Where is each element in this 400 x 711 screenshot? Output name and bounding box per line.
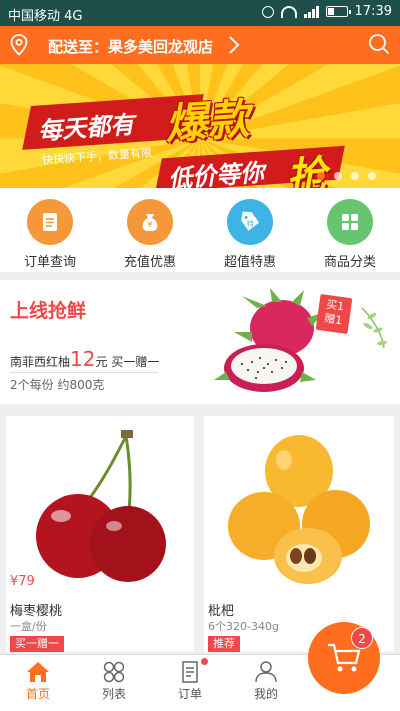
product-name: 枇杷 bbox=[208, 604, 235, 619]
divider bbox=[10, 372, 158, 373]
promo-price: 12 bbox=[70, 347, 96, 371]
wifi-icon bbox=[280, 5, 297, 18]
carrier-label: 中国移动 4G bbox=[8, 9, 83, 24]
promo-title: 上线抢鲜 bbox=[10, 300, 87, 322]
product-card[interactable]: ¥79 梅枣樱桃 一盒/份 买一赠一 bbox=[6, 416, 194, 652]
tab-list[interactable]: 列表 bbox=[76, 655, 152, 711]
tab-label: 首页 bbox=[25, 687, 50, 701]
search-icon[interactable] bbox=[368, 33, 390, 55]
svg-text:¥: ¥ bbox=[147, 220, 152, 229]
tab-label: 列表 bbox=[101, 687, 126, 701]
dragon-fruit-image bbox=[214, 288, 387, 392]
quick-item-categories[interactable]: 商品分类 bbox=[300, 188, 400, 272]
quick-item-label: 充值优惠 bbox=[123, 255, 176, 270]
quick-item-orders[interactable]: 订单查询 bbox=[0, 188, 100, 272]
product-tag: 买一赠一 bbox=[10, 636, 64, 652]
carousel-dot[interactable] bbox=[368, 172, 376, 180]
product-unit: 6个320-340g bbox=[208, 620, 279, 633]
quick-item-label: 超值特惠 bbox=[223, 255, 276, 270]
clock: 17:39 bbox=[354, 4, 392, 19]
tab-label: 订单 bbox=[177, 687, 202, 701]
quick-item-label: 商品分类 bbox=[323, 255, 376, 270]
tab-label: 我的 bbox=[253, 687, 278, 701]
money-bag-icon: ¥ bbox=[127, 199, 173, 245]
product-name: 梅枣樱桃 bbox=[10, 604, 63, 619]
discount-tag-icon: 特 bbox=[227, 199, 273, 245]
banner-text: 每天都有 bbox=[37, 110, 136, 146]
user-icon bbox=[255, 661, 277, 683]
quick-menu: 订单查询 ¥ 充值优惠 特 超值特惠 商品分类 bbox=[0, 188, 400, 272]
loquat-image bbox=[228, 435, 370, 584]
order-list-icon bbox=[27, 199, 73, 245]
cherry-image bbox=[36, 430, 166, 582]
carousel-dot[interactable] bbox=[351, 172, 359, 180]
notification-dot bbox=[201, 658, 208, 665]
status-bar: 中国移动 4G 17:39 bbox=[0, 0, 400, 26]
promo-price-unit: 元 bbox=[95, 355, 108, 369]
tab-profile[interactable]: 我的 bbox=[228, 655, 304, 711]
home-icon bbox=[27, 662, 49, 682]
quick-item-recharge[interactable]: ¥ 充值优惠 bbox=[100, 188, 200, 272]
banner-tagline: 快快快下手，数量有限 bbox=[41, 146, 153, 167]
svg-text:特: 特 bbox=[247, 219, 254, 228]
new-arrival-promo[interactable]: 上线抢鲜 南菲西红柚12元 买一赠一 2个每份 约800克 买1 赠1 bbox=[0, 280, 400, 404]
promo-product: 南菲西红柚12元 买一赠一 bbox=[10, 347, 159, 371]
product-unit: 一盒/份 bbox=[10, 620, 47, 633]
promo-banner[interactable]: 每天都有 爆款 低价等你 抢 快快快下手，数量有限 bbox=[0, 64, 400, 188]
buy-one-get-one-badge: 买1 赠1 bbox=[315, 293, 353, 335]
chevron-right-icon[interactable] bbox=[226, 34, 242, 56]
tab-home[interactable]: 首页 bbox=[0, 655, 76, 711]
quick-item-label: 订单查询 bbox=[23, 255, 76, 270]
promo-product-name: 南菲西红柚 bbox=[10, 355, 71, 369]
banner-headline: 抢 bbox=[284, 152, 328, 188]
carousel-dots bbox=[317, 172, 376, 180]
signal-icon bbox=[303, 5, 319, 18]
tab-orders[interactable]: 订单 bbox=[152, 655, 228, 711]
delivery-store-selector[interactable]: 配送至：果多美回龙观店 bbox=[48, 36, 213, 57]
top-bar: 配送至：果多美回龙观店 bbox=[0, 26, 400, 64]
banner-headline: 爆款 bbox=[163, 94, 251, 149]
carousel-dot[interactable] bbox=[317, 172, 325, 180]
promo-detail: 2个每份 约800克 bbox=[10, 378, 105, 392]
cart-count-badge: 2 bbox=[351, 627, 373, 649]
promo-offer: 买一赠一 bbox=[111, 355, 160, 369]
quick-item-deals[interactable]: 特 超值特惠 bbox=[200, 188, 300, 272]
battery-icon bbox=[325, 6, 351, 17]
location-pin-icon[interactable] bbox=[10, 34, 28, 56]
product-tag: 推荐 bbox=[208, 636, 240, 652]
product-card[interactable]: 枇杷 6个320-340g 推荐 bbox=[204, 416, 394, 652]
alarm-icon bbox=[261, 5, 274, 18]
carousel-dot[interactable] bbox=[334, 172, 342, 180]
category-grid-icon bbox=[327, 199, 373, 245]
banner-text: 低价等你 bbox=[167, 158, 266, 188]
order-icon bbox=[182, 661, 198, 683]
product-price: ¥79 bbox=[10, 574, 35, 589]
list-grid-icon bbox=[103, 661, 125, 683]
